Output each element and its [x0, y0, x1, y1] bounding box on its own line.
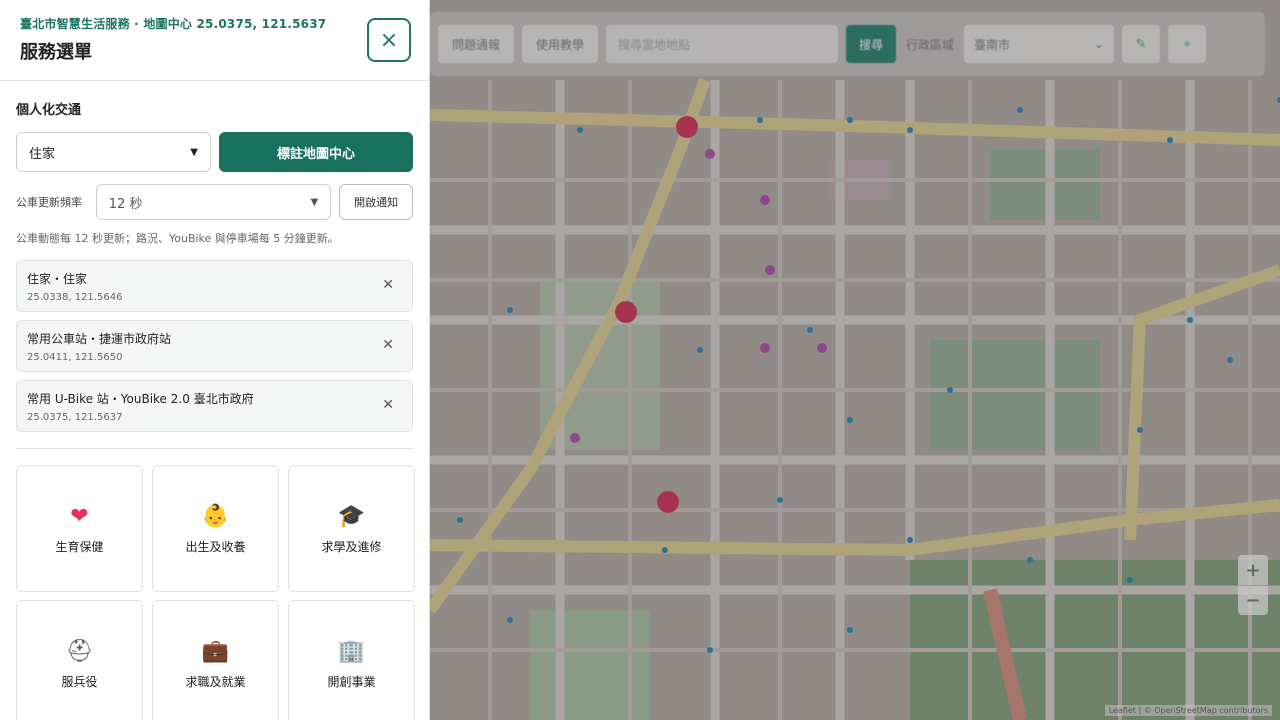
map-attribution[interactable]: Leaflet | © OpenStreetMap contributors — [1104, 705, 1272, 716]
service-tile-birth-adoption[interactable]: 👶 出生及收養 — [152, 465, 279, 592]
favorite-coord: 25.0411, 121.5650 — [27, 352, 123, 363]
map-toolbar: 問題通報 使用教學 搜尋當地地點 搜尋 行政區域 臺南市 ⌄ ✎ ⌖ — [430, 12, 1265, 76]
baby-icon: 👶 — [201, 503, 230, 529]
freq-label: 公車更新頻率 — [16, 196, 82, 209]
update-note: 公車動態每 12 秒更新；路況、YouBike 與停車場每 5 分鐘更新。 — [16, 232, 339, 245]
map-tiles — [430, 0, 1280, 720]
remove-icon[interactable]: ✕ — [382, 277, 394, 293]
remove-icon[interactable]: ✕ — [382, 337, 394, 353]
favorite-title: 常用 U-Bike 站・YouBike 2.0 臺北市政府 — [27, 392, 254, 406]
panel-subtitle: 臺北市智慧生活服務 · 地圖中心 25.0375, 121.5637 — [20, 17, 327, 31]
favorite-title: 住家・住家 — [27, 272, 88, 286]
district-select[interactable]: 臺南市 ⌄ — [964, 25, 1115, 63]
service-tile-education[interactable]: 🎓 求學及進修 — [288, 465, 415, 592]
favorite-coord: 25.0375, 121.5637 — [27, 412, 123, 423]
section-label: 個人化交通 — [16, 103, 82, 118]
remove-icon[interactable]: ✕ — [382, 397, 394, 413]
divider — [16, 448, 413, 449]
service-label: 服兵役 — [61, 675, 98, 689]
service-grid: ❤ 生育保健 👶 出生及收養 🎓 求學及進修 ⛑ 服兵役 💼 求職及就業 🏢 開… — [16, 465, 415, 720]
mark-map-center-button[interactable]: 標註地圖中心 — [219, 132, 413, 172]
freq-select-value: 12 秒 — [108, 196, 143, 212]
map-search-button[interactable]: 搜尋 — [846, 25, 897, 63]
list-item[interactable]: 常用 U-Bike 站・YouBike 2.0 臺北市政府 25.0375, 1… — [16, 380, 413, 432]
locate-icon[interactable]: ⌖ — [1168, 25, 1207, 63]
list-item[interactable]: 常用公車站・捷運市政府站 25.0411, 121.5650 ✕ — [16, 320, 413, 372]
service-label: 生育保健 — [55, 540, 104, 554]
service-tile-startup[interactable]: 🏢 開創事業 — [288, 600, 415, 720]
chevron-down-icon: ▼ — [190, 146, 198, 158]
heart-icon: ❤ — [70, 503, 89, 529]
service-tile-fertility[interactable]: ❤ 生育保健 — [16, 465, 143, 592]
zoom-control: + − — [1238, 555, 1268, 615]
service-menu-panel: 臺北市智慧生活服務 · 地圖中心 25.0375, 121.5637 服務選單 … — [0, 0, 430, 720]
place-select[interactable]: 住家 ▼ — [16, 132, 211, 172]
tutorial-button[interactable]: 使用教學 — [522, 25, 599, 63]
freq-select[interactable]: 12 秒 ▼ — [95, 184, 332, 220]
briefcase-icon: 💼 — [201, 638, 230, 664]
building-icon: 🏢 — [337, 638, 366, 664]
service-label: 求學及進修 — [321, 540, 382, 554]
list-item[interactable]: 住家・住家 25.0338, 121.5646 ✕ — [16, 260, 413, 312]
graduation-cap-icon: 🎓 — [337, 503, 366, 529]
service-tile-military[interactable]: ⛑ 服兵役 — [16, 600, 143, 720]
report-button[interactable]: 問題通報 — [438, 25, 515, 63]
chevron-down-icon: ⌄ — [1093, 37, 1105, 51]
zoom-in-button[interactable]: + — [1238, 555, 1268, 585]
service-label: 出生及收養 — [185, 540, 246, 554]
service-label: 開創事業 — [327, 675, 376, 689]
enable-notification-button[interactable]: 開啟通知 — [339, 184, 413, 220]
place-select-value: 住家 — [29, 146, 56, 162]
map-search-input[interactable]: 搜尋當地地點 — [606, 25, 839, 63]
pencil-icon[interactable]: ✎ — [1122, 25, 1161, 63]
map-view[interactable]: 問題通報 使用教學 搜尋當地地點 搜尋 行政區域 臺南市 ⌄ ✎ ⌖ + − L… — [430, 0, 1280, 720]
favorite-coord: 25.0338, 121.5646 — [27, 292, 123, 303]
close-button[interactable]: × — [367, 18, 411, 62]
district-label: 行政區域 — [906, 37, 955, 52]
service-label: 求職及就業 — [185, 675, 246, 689]
service-tile-employment[interactable]: 💼 求職及就業 — [152, 600, 279, 720]
chevron-down-icon: ▼ — [310, 196, 319, 208]
favorites-list: 住家・住家 25.0338, 121.5646 ✕ 常用公車站・捷運市政府站 2… — [16, 260, 413, 432]
helmet-icon: ⛑ — [65, 638, 94, 664]
favorite-title: 常用公車站・捷運市政府站 — [27, 332, 172, 346]
district-select-value: 臺南市 — [974, 37, 1011, 52]
zoom-out-button[interactable]: − — [1238, 585, 1268, 615]
page-title: 服務選單 — [20, 42, 92, 63]
panel-header: 臺北市智慧生活服務 · 地圖中心 25.0375, 121.5637 服務選單 … — [0, 0, 429, 81]
close-icon: × — [379, 27, 399, 53]
